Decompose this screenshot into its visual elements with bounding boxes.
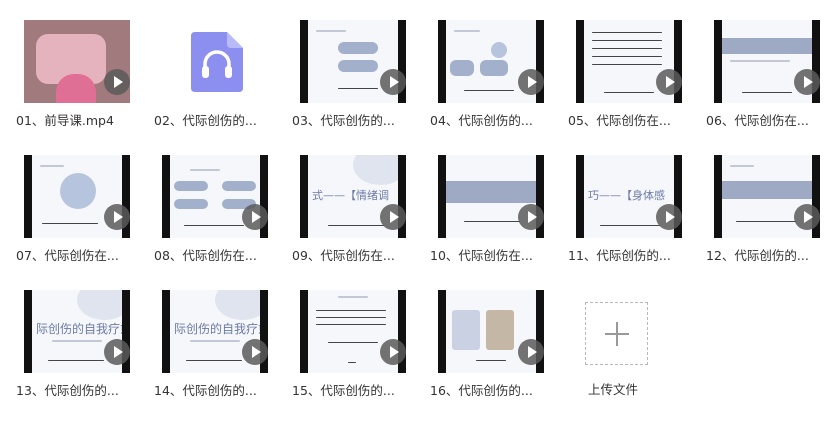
play-icon: [242, 339, 268, 365]
upload-button[interactable]: [585, 302, 648, 365]
file-item[interactable]: 02、代际创伤的...: [150, 0, 286, 128]
file-name: 13、代际创伤的...: [16, 383, 119, 398]
file-item[interactable]: 际创伤的自我疗愈 13、代际创伤的...: [12, 270, 148, 398]
file-item[interactable]: 06、代际创伤在...: [702, 0, 838, 128]
file-name: 02、代际创伤的...: [154, 113, 257, 128]
upload-label: 上传文件: [588, 382, 639, 397]
play-icon: [380, 339, 406, 365]
file-item[interactable]: 07、代际创伤在...: [12, 135, 148, 263]
file-name: 15、代际创伤的...: [292, 383, 395, 398]
file-name: 06、代际创伤在...: [706, 113, 809, 128]
file-name: 04、代际创伤的...: [430, 113, 533, 128]
file-item[interactable]: 01、前导课.mp4: [12, 0, 148, 128]
video-thumbnail: [714, 155, 820, 238]
file-name: 11、代际创伤的...: [568, 248, 671, 263]
file-item[interactable]: 巧——【身体感 11、代际创伤的...: [564, 135, 700, 263]
file-item[interactable]: 05、代际创伤在...: [564, 0, 700, 128]
play-icon: [794, 204, 820, 230]
file-name: 10、代际创伤在...: [430, 248, 533, 263]
file-item[interactable]: 10、代际创伤在...: [426, 135, 562, 263]
video-thumbnail: [714, 20, 820, 103]
file-item[interactable]: 04、代际创伤的...: [426, 0, 562, 128]
audio-file-icon: [191, 32, 243, 92]
video-thumbnail: [300, 290, 406, 373]
play-icon: [380, 204, 406, 230]
play-icon: [104, 204, 130, 230]
play-icon: [104, 69, 130, 95]
play-icon: [656, 204, 682, 230]
video-thumbnail: [576, 20, 682, 103]
file-name: 14、代际创伤的...: [154, 383, 257, 398]
file-name: 08、代际创伤在...: [154, 248, 257, 263]
file-name: 16、代际创伤的...: [430, 383, 533, 398]
file-name: 09、代际创伤在...: [292, 248, 395, 263]
play-icon: [380, 69, 406, 95]
video-thumbnail: [24, 20, 130, 103]
file-item[interactable]: 际创伤的自我疗愈 14、代际创伤的...: [150, 270, 286, 398]
play-icon: [518, 69, 544, 95]
file-item[interactable]: 08、代际创伤在...: [150, 135, 286, 263]
play-icon: [656, 69, 682, 95]
video-thumbnail: [300, 20, 406, 103]
file-item[interactable]: 12、代际创伤的...: [702, 135, 838, 263]
file-name: 05、代际创伤在...: [568, 113, 671, 128]
video-thumbnail: 际创伤的自我疗愈: [24, 290, 130, 373]
video-thumbnail: 际创伤的自我疗愈: [162, 290, 268, 373]
file-item[interactable]: 式——【情绪调 09、代际创伤在...: [288, 135, 424, 263]
video-thumbnail: 式——【情绪调: [300, 155, 406, 238]
play-icon: [518, 339, 544, 365]
file-item[interactable]: 16、代际创伤的...: [426, 270, 562, 398]
file-name: 01、前导课.mp4: [16, 113, 114, 128]
file-name: 03、代际创伤的...: [292, 113, 395, 128]
file-item[interactable]: 15、代际创伤的...: [288, 270, 424, 398]
file-grid: 01、前导课.mp4 02、代际创伤的... 03、代际创伤的... 04、代际创伤的…: [0, 0, 840, 435]
play-icon: [242, 204, 268, 230]
play-icon: [518, 204, 544, 230]
file-name: 07、代际创伤在...: [16, 248, 119, 263]
video-thumbnail: 巧——【身体感: [576, 155, 682, 238]
video-thumbnail: [24, 155, 130, 238]
video-thumbnail: [162, 155, 268, 238]
video-thumbnail: [438, 290, 544, 373]
video-thumbnail: [438, 155, 544, 238]
file-name: 12、代际创伤的...: [706, 248, 809, 263]
play-icon: [104, 339, 130, 365]
play-icon: [794, 69, 820, 95]
file-item[interactable]: 03、代际创伤的...: [288, 0, 424, 128]
video-thumbnail: [438, 20, 544, 103]
